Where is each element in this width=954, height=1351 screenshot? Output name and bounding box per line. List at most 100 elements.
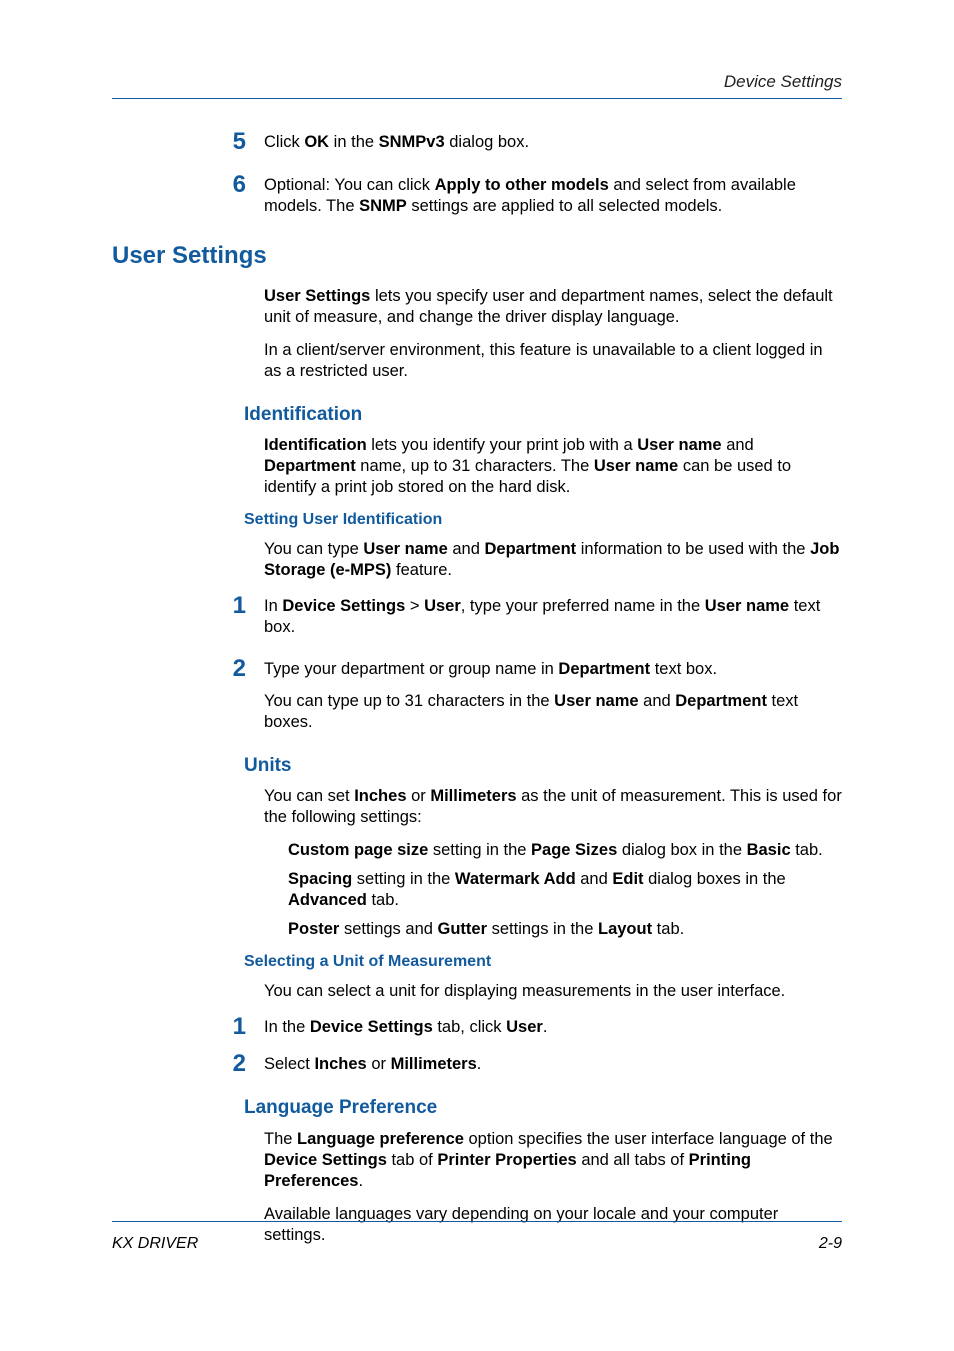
- text: In the: [264, 1018, 310, 1036]
- text: You can type: [264, 540, 363, 558]
- text: You can set: [264, 787, 354, 805]
- units-item-3: Poster settings and Gutter settings in t…: [288, 919, 842, 940]
- text: lets you identify your print job with a: [367, 436, 638, 454]
- bold: Millimeters: [391, 1055, 477, 1073]
- page-footer: KX DRIVER 2-9: [112, 1235, 842, 1253]
- para-user-settings-1: User Settings lets you specify user and …: [264, 286, 842, 328]
- bold: Language preference: [297, 1130, 464, 1148]
- text: information to be used with the: [576, 540, 810, 558]
- bold: Device Settings: [264, 1151, 387, 1169]
- step-text: Optional: You can click Apply to other m…: [264, 172, 842, 217]
- para-sui-note: You can type up to 31 characters in the …: [264, 691, 842, 733]
- step-number: 2: [112, 656, 264, 681]
- bold: User name: [363, 540, 447, 558]
- bold: Layout: [598, 920, 652, 938]
- text: or: [367, 1055, 391, 1073]
- bold: User name: [554, 692, 638, 710]
- bold: User name: [637, 436, 721, 454]
- text: and: [639, 692, 676, 710]
- text: You can type up to 31 characters in the: [264, 692, 554, 710]
- text: The: [264, 1130, 297, 1148]
- bold: Millimeters: [430, 787, 516, 805]
- text: Type your department or group name in: [264, 660, 558, 678]
- text: Optional: You can click: [264, 176, 435, 194]
- text: , type your preferred name in the: [461, 597, 705, 615]
- text: setting in the: [352, 870, 455, 888]
- bold: Edit: [612, 870, 643, 888]
- bold: Gutter: [438, 920, 488, 938]
- text: .: [477, 1055, 482, 1073]
- bold: User Settings: [264, 287, 370, 305]
- bold: Department: [264, 457, 356, 475]
- bold: SNMPv3: [379, 133, 445, 151]
- bold: Printer Properties: [437, 1151, 576, 1169]
- text: and: [448, 540, 485, 558]
- step-sui-1: 1 In Device Settings > User, type your p…: [112, 593, 842, 638]
- bold: Device Settings: [310, 1018, 433, 1036]
- text: dialog boxes in the: [644, 870, 786, 888]
- step-text: Click OK in the SNMPv3 dialog box.: [264, 129, 842, 153]
- footer-page-number: 2-9: [819, 1235, 842, 1253]
- text: dialog box in the: [617, 841, 746, 859]
- text: tab, click: [433, 1018, 506, 1036]
- bold: Inches: [354, 787, 406, 805]
- text: in the: [329, 133, 379, 151]
- heading-selecting-unit: Selecting a Unit of Measurement: [244, 952, 842, 972]
- bold: Device Settings: [282, 597, 405, 615]
- text: text box.: [650, 660, 717, 678]
- bold: Page Sizes: [531, 841, 617, 859]
- text: settings and: [339, 920, 437, 938]
- step-text: In Device Settings > User, type your pre…: [264, 593, 842, 638]
- step-number: 1: [112, 1014, 264, 1039]
- text: .: [358, 1172, 363, 1190]
- para-user-settings-2: In a client/server environment, this fea…: [264, 340, 842, 382]
- text: tab.: [791, 841, 823, 859]
- bold: User: [506, 1018, 543, 1036]
- para-identification: Identification lets you identify your pr…: [264, 435, 842, 498]
- page-content: 5 Click OK in the SNMPv3 dialog box. 6 O…: [112, 129, 842, 1246]
- text: name, up to 31 characters. The: [356, 457, 594, 475]
- text: Select: [264, 1055, 314, 1073]
- step-text: In the Device Settings tab, click User.: [264, 1014, 842, 1038]
- heading-units: Units: [244, 754, 842, 778]
- bold: Identification: [264, 436, 367, 454]
- bold: User: [424, 597, 461, 615]
- step-number: 1: [112, 593, 264, 618]
- bold: Inches: [314, 1055, 366, 1073]
- text: settings in the: [487, 920, 598, 938]
- para-lang-1: The Language preference option specifies…: [264, 1129, 842, 1192]
- para-suom-intro: You can select a unit for displaying mea…: [264, 981, 842, 1002]
- step-number: 2: [112, 1051, 264, 1076]
- bold: User name: [594, 457, 678, 475]
- text: setting in the: [428, 841, 531, 859]
- bold: Department: [558, 660, 650, 678]
- footer-rule: [112, 1221, 842, 1222]
- step-text: Select Inches or Millimeters.: [264, 1051, 842, 1075]
- bold: Advanced: [288, 891, 367, 909]
- bold: Department: [675, 692, 767, 710]
- text: dialog box.: [445, 133, 529, 151]
- bold: Custom page size: [288, 841, 428, 859]
- step-suom-1: 1 In the Device Settings tab, click User…: [112, 1014, 842, 1039]
- text: tab of: [387, 1151, 437, 1169]
- step-6: 6 Optional: You can click Apply to other…: [112, 172, 842, 217]
- text: and: [576, 870, 613, 888]
- text: option specifies the user interface lang…: [464, 1130, 833, 1148]
- text: .: [543, 1018, 548, 1036]
- heading-language-preference: Language Preference: [244, 1096, 842, 1120]
- para-sui-intro: You can type User name and Department in…: [264, 539, 842, 581]
- bold: Apply to other models: [435, 176, 609, 194]
- heading-identification: Identification: [244, 403, 842, 427]
- bold: Poster: [288, 920, 339, 938]
- bold: Watermark Add: [455, 870, 576, 888]
- text: or: [407, 787, 431, 805]
- text: tab.: [652, 920, 684, 938]
- header-rule: [112, 98, 842, 99]
- step-5: 5 Click OK in the SNMPv3 dialog box.: [112, 129, 842, 154]
- bold: User name: [705, 597, 789, 615]
- units-item-1: Custom page size setting in the Page Siz…: [288, 840, 842, 861]
- text: Click: [264, 133, 304, 151]
- bold: Basic: [747, 841, 791, 859]
- heading-setting-user-identification: Setting User Identification: [244, 510, 842, 530]
- text: In: [264, 597, 282, 615]
